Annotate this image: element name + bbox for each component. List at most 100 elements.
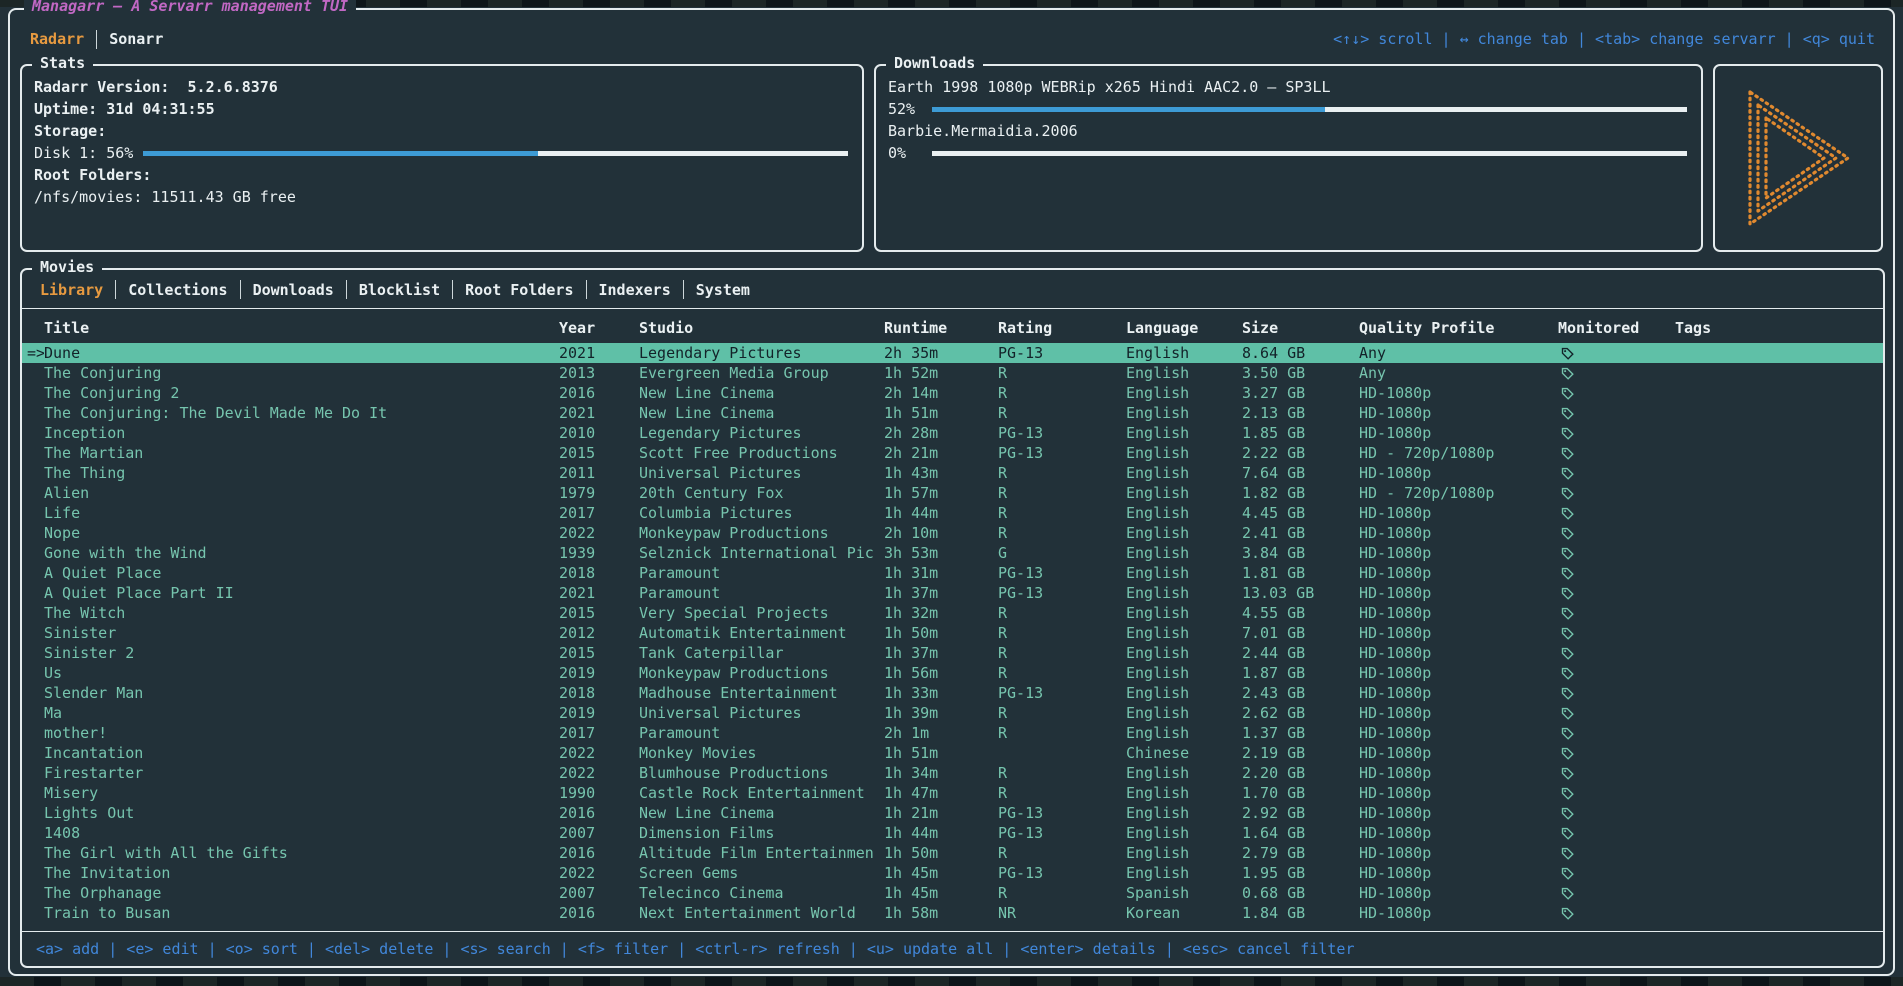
- monitored-tag-icon: [1558, 464, 1675, 482]
- cell-language: English: [1126, 704, 1242, 722]
- column-header-tags: Tags: [1675, 319, 1883, 337]
- movies-tab[interactable]: System: [684, 281, 762, 299]
- cell-studio: Selznick International Pic: [639, 544, 884, 562]
- movies-tab[interactable]: Library: [28, 280, 116, 299]
- monitored-tag-icon: [1558, 344, 1675, 362]
- cell-quality-profile: HD-1080p: [1359, 584, 1558, 602]
- cell-studio: Screen Gems: [639, 864, 884, 882]
- table-row[interactable]: The Martian 2015 Scott Free Productions …: [22, 443, 1883, 463]
- cell-year: 2007: [559, 824, 639, 842]
- cell-language: English: [1126, 764, 1242, 782]
- movies-tab[interactable]: Collections: [116, 280, 240, 299]
- cell-rating: NR: [998, 904, 1126, 922]
- download-item-name: Barbie.Mermaidia.2006: [888, 120, 1687, 142]
- table-row[interactable]: A Quiet Place 2018 Paramount 1h 31m PG-1…: [22, 563, 1883, 583]
- monitored-tag-icon: [1558, 384, 1675, 402]
- cell-size: 2.13 GB: [1242, 404, 1359, 422]
- table-row[interactable]: The Conjuring: The Devil Made Me Do It 2…: [22, 403, 1883, 423]
- monitored-tag-icon: [1558, 404, 1675, 422]
- cell-quality-profile: HD-1080p: [1359, 464, 1558, 482]
- table-row[interactable]: mother! 2017 Paramount 2h 1m R English 1…: [22, 723, 1883, 743]
- disk-usage-gauge: Disk 1: 56%: [34, 142, 848, 164]
- cell-runtime: 1h 31m: [884, 564, 998, 582]
- cell-year: 2017: [559, 724, 639, 742]
- table-row[interactable]: Firestarter 2022 Blumhouse Productions 1…: [22, 763, 1883, 783]
- table-row[interactable]: Sinister 2012 Automatik Entertainment 1h…: [22, 623, 1883, 643]
- cell-rating: R: [998, 764, 1126, 782]
- cell-quality-profile: Any: [1359, 364, 1558, 382]
- cell-quality-profile: HD-1080p: [1359, 424, 1558, 442]
- cell-runtime: 1h 33m: [884, 684, 998, 702]
- cell-title: Firestarter: [44, 764, 559, 782]
- cell-rating: R: [998, 384, 1126, 402]
- table-row[interactable]: The Conjuring 2013 Evergreen Media Group…: [22, 363, 1883, 383]
- movies-tab[interactable]: Blocklist: [347, 280, 453, 299]
- movies-tab-label: Downloads: [241, 281, 346, 299]
- cell-runtime: 1h 44m: [884, 504, 998, 522]
- table-row[interactable]: Life 2017 Columbia Pictures 1h 44m R Eng…: [22, 503, 1883, 523]
- cell-studio: New Line Cinema: [639, 404, 884, 422]
- background-terminal-remnant-bottom: [0, 977, 1903, 986]
- cell-studio: Paramount: [639, 584, 884, 602]
- cell-runtime: 2h 1m: [884, 724, 998, 742]
- cell-quality-profile: HD-1080p: [1359, 704, 1558, 722]
- table-row[interactable]: Alien 1979 20th Century Fox 1h 57m R Eng…: [22, 483, 1883, 503]
- table-row[interactable]: Inception 2010 Legendary Pictures 2h 28m…: [22, 423, 1883, 443]
- cell-year: 2010: [559, 424, 639, 442]
- cell-year: 1979: [559, 484, 639, 502]
- table-row[interactable]: Train to Busan 2016 Next Entertainment W…: [22, 903, 1883, 923]
- cell-quality-profile: Any: [1359, 344, 1558, 362]
- tab-sonarr[interactable]: Sonarr: [109, 30, 163, 48]
- table-row[interactable]: Lights Out 2016 New Line Cinema 1h 21m P…: [22, 803, 1883, 823]
- table-row[interactable]: Us 2019 Monkeypaw Productions 1h 56m R E…: [22, 663, 1883, 683]
- movies-tab-label: Root Folders: [453, 281, 585, 299]
- table-row[interactable]: The Thing 2011 Universal Pictures 1h 43m…: [22, 463, 1883, 483]
- cell-runtime: 2h 28m: [884, 424, 998, 442]
- table-row[interactable]: Sinister 2 2015 Tank Caterpillar 1h 37m …: [22, 643, 1883, 663]
- movies-tab[interactable]: Root Folders: [453, 280, 586, 299]
- table-row[interactable]: A Quiet Place Part II 2021 Paramount 1h …: [22, 583, 1883, 603]
- table-row[interactable]: Misery 1990 Castle Rock Entertainment 1h…: [22, 783, 1883, 803]
- table-row[interactable]: Slender Man 2018 Madhouse Entertainment …: [22, 683, 1883, 703]
- cell-quality-profile: HD-1080p: [1359, 764, 1558, 782]
- cell-rating: PG-13: [998, 824, 1126, 842]
- table-row[interactable]: The Conjuring 2 2016 New Line Cinema 2h …: [22, 383, 1883, 403]
- table-row[interactable]: => Dune 2021 Legendary Pictures 2h 35m P…: [22, 343, 1883, 363]
- cell-quality-profile: HD - 720p/1080p: [1359, 484, 1558, 502]
- download-gauge-track: [932, 107, 1687, 112]
- monitored-tag-icon: [1558, 484, 1675, 502]
- cell-studio: Paramount: [639, 724, 884, 742]
- cell-year: 2021: [559, 584, 639, 602]
- cell-studio: Monkeypaw Productions: [639, 664, 884, 682]
- table-row[interactable]: Gone with the Wind 1939 Selznick Interna…: [22, 543, 1883, 563]
- monitored-tag-icon: [1558, 804, 1675, 822]
- monitored-tag-icon: [1558, 684, 1675, 702]
- table-row[interactable]: Incantation 2022 Monkey Movies 1h 51m Ch…: [22, 743, 1883, 763]
- cell-runtime: 1h 52m: [884, 364, 998, 382]
- cell-studio: Next Entertainment World: [639, 904, 884, 922]
- table-row[interactable]: The Invitation 2022 Screen Gems 1h 45m P…: [22, 863, 1883, 883]
- table-row[interactable]: Ma 2019 Universal Pictures 1h 39m R Engl…: [22, 703, 1883, 723]
- movies-panel: Movies Library Collections Downloads: [20, 268, 1885, 968]
- stats-panel: Stats Radarr Version: 5.2.6.8376 Uptime:…: [20, 64, 864, 252]
- cell-size: 8.64 GB: [1242, 344, 1359, 362]
- table-row[interactable]: The Orphanage 2007 Telecinco Cinema 1h 4…: [22, 883, 1883, 903]
- monitored-tag-icon: [1558, 884, 1675, 902]
- cell-year: 2016: [559, 384, 639, 402]
- movies-tab[interactable]: Downloads: [241, 280, 347, 299]
- table-row[interactable]: The Girl with All the Gifts 2016 Altitud…: [22, 843, 1883, 863]
- cell-quality-profile: HD-1080p: [1359, 644, 1558, 662]
- table-row[interactable]: The Witch 2015 Very Special Projects 1h …: [22, 603, 1883, 623]
- table-row[interactable]: Nope 2022 Monkeypaw Productions 2h 10m R…: [22, 523, 1883, 543]
- cell-size: 3.27 GB: [1242, 384, 1359, 402]
- movies-tab[interactable]: Indexers: [587, 280, 684, 299]
- column-header-year: Year: [559, 319, 639, 337]
- cell-runtime: 1h 51m: [884, 744, 998, 762]
- cell-year: 2021: [559, 404, 639, 422]
- cell-year: 1990: [559, 784, 639, 802]
- column-header-language: Language: [1126, 319, 1242, 337]
- table-row[interactable]: 1408 2007 Dimension Films 1h 44m PG-13 E…: [22, 823, 1883, 843]
- tab-radarr[interactable]: Radarr: [30, 30, 84, 48]
- cell-rating: PG-13: [998, 424, 1126, 442]
- cell-year: 2016: [559, 804, 639, 822]
